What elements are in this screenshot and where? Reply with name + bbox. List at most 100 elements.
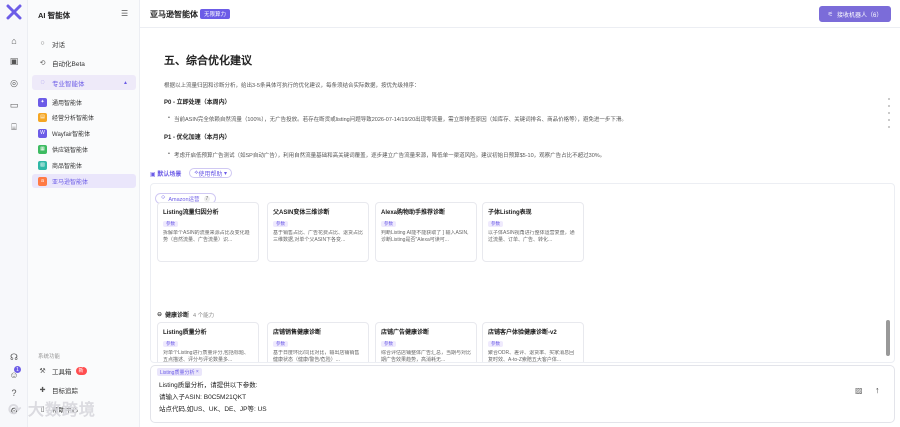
message-composer[interactable]: Listing质量分析 × Listing质量分析，请提供以下参数: 请输入子A… — [150, 365, 895, 423]
agent-label: 商品智能体 — [52, 163, 83, 170]
section-label: 系统功能 — [38, 354, 61, 360]
chip-label: Listing质量分析 — [160, 369, 195, 376]
composer-line: Listing质量分析，请提供以下参数: — [159, 382, 258, 389]
headset-icon[interactable]: ☊ — [7, 350, 21, 364]
card-title: 店铺广告健康诊断 — [381, 330, 430, 336]
agent-general[interactable]: ✦ 通用智能体 — [32, 95, 136, 109]
card-desc: 聚合ODR、差评、退货率、买家消息回复时效、A-to-Z索赔五大客户体... — [488, 350, 575, 363]
capability-card[interactable]: 子体Listing表现 参数 以子体ASIN视角进行整体运营复盘，通过流量、订单… — [482, 202, 584, 262]
image-upload-icon[interactable]: ▨ — [855, 386, 865, 396]
p1-title: P1 - 优化加速（本月内） — [164, 135, 231, 141]
bank-icon[interactable]: ⌸ — [7, 120, 21, 134]
agent-amazon[interactable]: a 亚马逊智能体 — [32, 174, 136, 188]
collapse-icon[interactable]: ☰ — [121, 9, 131, 19]
capability-card[interactable]: 父ASIN变体三维诊断 参数 基于销售占比、广告花费占比、退货占比三维数据,对单… — [267, 202, 369, 262]
agent-product-icon: ▧ — [38, 160, 47, 170]
intro-text: 根据以上流量归因和诊断分析，给出3-5条具体可执行的优化建议，每条须结合实际数据… — [164, 83, 420, 89]
sidebar: AI 智能体 ☰ ○ 对话 ⟲ 自动化Beta ◌ 专业智能体 ▲ ✦ 通用智能… — [28, 0, 140, 427]
card-badge: 参数 — [273, 221, 288, 227]
capability-card[interactable]: 店铺广告健康诊断 参数 综合评估店铺整体广告汇总，当期与对比期广告效果趋势，高消… — [375, 322, 477, 363]
card-desc: 基于日度环比/同比对比，输出店铺销售健康状态（健康/警告/危险）... — [273, 350, 360, 363]
card-badge: 参数 — [273, 341, 288, 347]
agent-wayfair[interactable]: W Wayfair智能体 — [32, 126, 136, 140]
agent-supply-chain[interactable]: ▦ 供应链智能体 — [32, 142, 136, 156]
card-title: 父ASIN变体三维诊断 — [273, 210, 330, 216]
agent-label: 通用智能体 — [52, 100, 83, 107]
wrench-icon: ⚒ — [39, 367, 46, 375]
capability-card[interactable]: Listing质量分析 参数 对单个Listing进行质量评分,包括标题、五点描… — [157, 322, 259, 362]
card-desc: 综合评估店铺整体广告汇总，当期与对比期广告效果趋势，高消耗无... — [381, 350, 471, 363]
agent-general-icon: ✦ — [38, 97, 47, 107]
sidebar-item-goal-tracking[interactable]: ✚ 目标追踪 — [32, 382, 136, 397]
compass-icon[interactable]: ◎ — [7, 76, 21, 90]
agent-business-analysis[interactable]: ▤ 经营分析智能体 — [32, 110, 136, 124]
tool-label: 工具箱 — [52, 368, 72, 376]
card-title: 子体Listing表现 — [488, 210, 532, 216]
p1-item: 考虑开启低预算广告测试（如SP自动广告），利用自然流量基础和高关键词覆盖，逐步建… — [168, 151, 605, 159]
card-desc: 以子体ASIN视角进行整体运营复盘，通过流量、订单、广告、转化... — [488, 230, 575, 243]
main-content: 五、综合优化建议 根据以上流量归因和诊断分析，给出3-5条具体可执行的优化建议，… — [140, 28, 900, 427]
receive-robot-button[interactable]: ⚟ 接收机器人（6） — [819, 6, 891, 22]
tab-label: 默认场景 — [157, 171, 182, 178]
p0-item: 当前ASIN完全依赖自然流量（100%），无广告投放。若存在断货或listing… — [168, 115, 627, 123]
app-logo-icon[interactable] — [6, 4, 22, 20]
agent-label: 经营分析智能体 — [52, 115, 95, 122]
caret-up-icon: ▲ — [123, 79, 128, 86]
sidebar-item-chat[interactable]: ○ 对话 — [32, 36, 136, 51]
agent-label: Wayfair智能体 — [52, 131, 91, 138]
notification-badge: 1 — [14, 366, 21, 373]
selected-capability-chip[interactable]: Listing质量分析 × — [157, 368, 202, 376]
group-title: 健康诊断 — [165, 313, 190, 319]
close-icon[interactable]: × — [196, 369, 199, 375]
collapse-dot-icon: ⊖ — [157, 312, 163, 318]
group-count: 7 — [203, 195, 211, 202]
sidebar-item-toolbox[interactable]: ⚒ 工具箱 新 — [32, 363, 136, 378]
sidebar-item-pro-agents[interactable]: ◌ 专业智能体 ▲ — [32, 75, 136, 90]
tab-usage-help[interactable]: ⟡ 使用帮助 ▾ — [189, 168, 233, 178]
tab-default-scene[interactable]: ▣ 默认场景 — [150, 169, 181, 178]
card-badge: 参数 — [163, 341, 178, 347]
group-subtitle: 4 个能力 — [193, 312, 215, 319]
composer-line: 站点代码,如US、UK、DE、JP等: US — [159, 406, 267, 413]
capability-panel: ⟐ Amazon运营 7 Listing流量归因分析 参数 拆解单个ASIN的流… — [150, 183, 895, 363]
agent-product[interactable]: ▧ 商品智能体 — [32, 158, 136, 172]
card-title: 店铺销售健康诊断 — [273, 330, 322, 336]
agent-business-icon: ▤ — [38, 112, 47, 122]
bulb-icon: ◌ — [40, 79, 45, 86]
home-icon[interactable]: ⌂ — [7, 34, 21, 48]
chat-icon: ○ — [40, 40, 45, 47]
section-heading: 五、综合优化建议 — [164, 55, 252, 67]
send-arrow-icon[interactable]: ↑ — [875, 385, 887, 397]
agent-icon[interactable]: ▣ — [7, 54, 21, 68]
sidebar-item-automation[interactable]: ⟲ 自动化Beta — [32, 55, 136, 70]
agent-label: 亚马逊智能体 — [52, 179, 89, 186]
capability-card[interactable]: Alexa购物助手推荐诊断 参数 判断Listing AI能不能获取了 ] 输入… — [375, 202, 477, 262]
watermark-text: 大数跨境 — [27, 402, 96, 419]
card-title: Alexa购物助手推荐诊断 — [381, 210, 446, 216]
scroll-indicator — [888, 98, 892, 133]
agent-amazon-icon: a — [38, 176, 47, 186]
robot-icon: ⚟ — [827, 11, 834, 18]
sidebar-item-label: 自动化Beta — [52, 60, 85, 68]
group-health-diagnosis: ⊖ 健康诊断 4 个能力 — [157, 310, 214, 319]
capability-card[interactable]: 店铺客户体验健康诊断-v2 参数 聚合ODR、差评、退货率、买家消息回复时效、A… — [482, 322, 584, 363]
top-bar: 亚马逊智能体 无限算力 ⚟ 接收机器人（6） — [140, 0, 900, 28]
agent-wayfair-icon: W — [38, 128, 47, 138]
card-desc: 基于销售占比、广告花费占比、退货占比三维数据,对单个父ASIN下各变... — [273, 230, 363, 243]
agent-supply-icon: ▦ — [38, 144, 47, 154]
scrollbar-thumb[interactable] — [886, 320, 890, 356]
capability-card[interactable]: 店铺销售健康诊断 参数 基于日度环比/同比对比，输出店铺销售健康状态（健康/警告… — [267, 322, 369, 363]
page-title: 亚马逊智能体 — [150, 10, 198, 19]
composer-line: 请输入子ASIN: B0C5M21QKT — [159, 394, 247, 401]
automation-icon: ⟲ — [39, 59, 46, 67]
amazon-icon: ⟐ — [161, 195, 166, 201]
sidebar-item-label: 专业智能体 — [52, 80, 85, 88]
card-title: Listing质量分析 — [163, 330, 207, 336]
card-badge: 参数 — [381, 341, 396, 347]
card-badge: 参数 — [488, 341, 503, 347]
monitor-icon[interactable]: ▭ — [7, 98, 21, 112]
card-title: 店铺客户体验健康诊断-v2 — [488, 330, 557, 336]
card-desc: 判断Listing AI能不能获取了 ] 输入ASIN,诊断Listing是否"… — [381, 230, 469, 243]
capability-card[interactable]: Listing流量归因分析 参数 拆解单个ASIN的流量来源占比及变化趋势（自然… — [157, 202, 259, 262]
unlimited-compute-chip: 无限算力 — [200, 9, 231, 19]
